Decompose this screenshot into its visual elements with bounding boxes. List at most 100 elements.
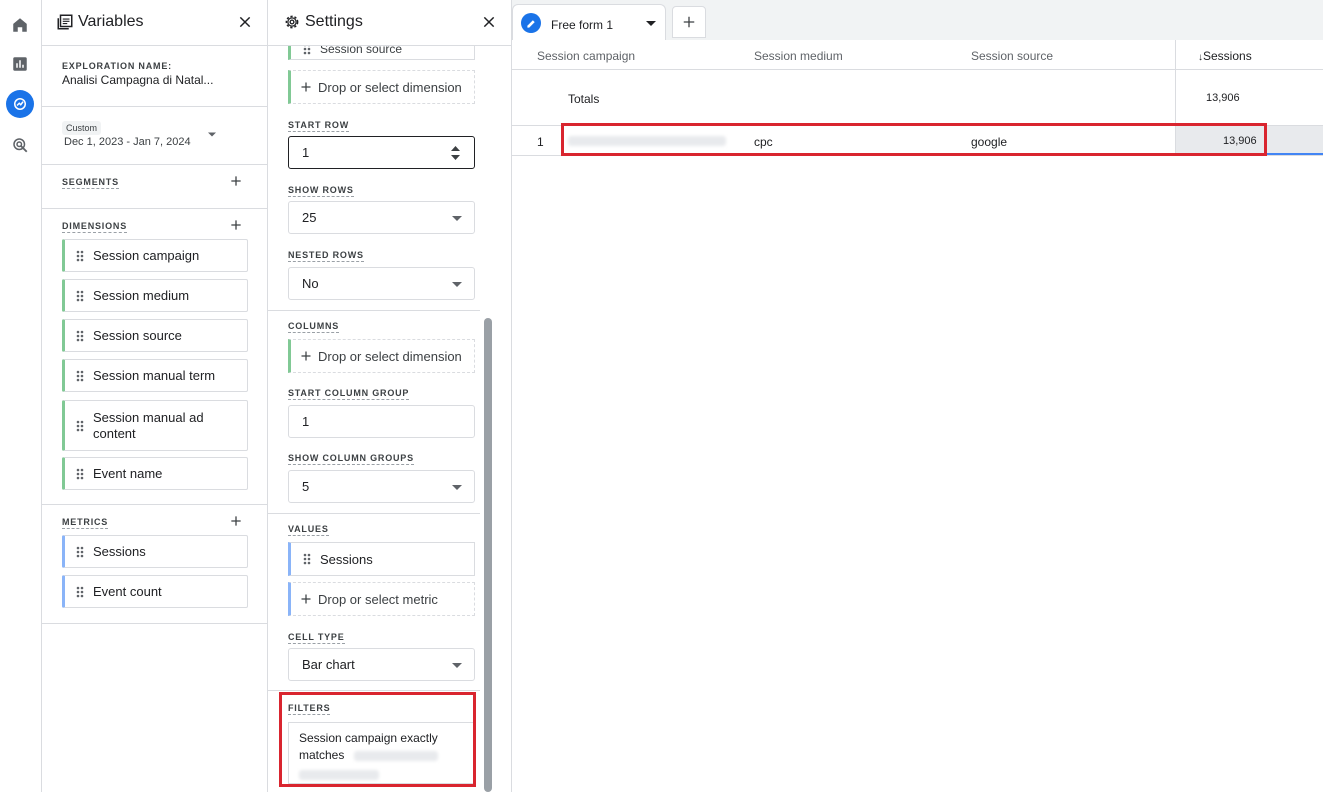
filter-highlight	[279, 692, 476, 787]
values-drop-label: Drop or select metric	[318, 591, 438, 607]
dimension-chip-label: Session manual ad content	[93, 409, 204, 441]
header-session-campaign[interactable]: Session campaign	[537, 49, 635, 63]
dimension-chip[interactable]: Session manual ad content	[62, 400, 248, 451]
drag-handle-icon[interactable]	[76, 420, 84, 432]
totals-value: 13,906	[1206, 92, 1240, 104]
values-metric-label: Sessions	[320, 551, 373, 567]
drag-handle-icon[interactable]	[76, 370, 84, 382]
drag-handle-icon[interactable]	[76, 250, 84, 262]
settings-header: Settings	[268, 0, 511, 46]
drag-handle-icon[interactable]	[76, 468, 84, 480]
nested-rows-select[interactable]: No	[288, 267, 475, 300]
left-nav-rail	[0, 0, 42, 792]
chevron-down-icon	[452, 663, 462, 668]
dimension-chip[interactable]: Session manual term	[62, 359, 248, 392]
add-tab-button[interactable]	[672, 6, 706, 38]
date-dropdown-icon[interactable]	[208, 132, 216, 137]
exploration-name-value[interactable]: Analisi Campagna di Natal...	[62, 73, 213, 87]
explore-icon[interactable]	[6, 90, 34, 118]
show-rows-value: 25	[302, 210, 317, 225]
reports-icon[interactable]	[6, 50, 34, 78]
drag-handle-icon[interactable]	[76, 290, 84, 302]
drag-handle-icon[interactable]	[76, 546, 84, 558]
divider	[42, 623, 268, 624]
start-column-group-input[interactable]: 1	[288, 405, 475, 438]
settings-scrollbar[interactable]	[484, 318, 492, 792]
drag-handle-icon[interactable]	[303, 553, 311, 565]
show-rows-select[interactable]: 25	[288, 201, 475, 234]
header-sessions-label: Sessions	[1203, 49, 1252, 63]
cell-type-select[interactable]: Bar chart	[288, 648, 475, 681]
exploration-name-label: EXPLORATION NAME:	[62, 61, 172, 71]
row-highlight	[561, 123, 1267, 156]
divider	[268, 690, 480, 691]
edit-pencil-icon	[521, 13, 541, 33]
rows-dimension-chip[interactable]: Session source	[288, 46, 475, 60]
start-row-label: START ROW	[288, 120, 350, 132]
columns-drop-label: Drop or select dimension	[318, 348, 462, 364]
values-drop-zone[interactable]: Drop or select metric	[288, 582, 475, 616]
close-variables-icon[interactable]	[237, 14, 253, 30]
show-column-groups-label: SHOW COLUMN GROUPS	[288, 453, 414, 465]
variables-title: Variables	[78, 13, 144, 30]
divider	[268, 513, 480, 514]
dimension-chip[interactable]: Session source	[62, 319, 248, 352]
chevron-down-icon	[452, 485, 462, 490]
drag-handle-icon[interactable]	[76, 330, 84, 342]
add-metric-icon[interactable]	[229, 514, 243, 528]
metric-chip[interactable]: Event count	[62, 575, 248, 608]
drag-handle-icon[interactable]	[303, 46, 311, 55]
row-index: 1	[537, 135, 544, 149]
start-column-group-label: START COLUMN GROUP	[288, 388, 410, 400]
columns-label: COLUMNS	[288, 321, 340, 333]
dimension-chip-label: Session manual term	[93, 368, 216, 383]
divider	[42, 504, 268, 505]
dimension-chip[interactable]: Event name	[62, 457, 248, 490]
columns-drop-zone[interactable]: Drop or select dimension	[288, 339, 475, 373]
close-settings-icon[interactable]	[481, 14, 497, 30]
home-icon[interactable]	[6, 11, 34, 39]
show-column-groups-select[interactable]: 5	[288, 470, 475, 503]
dimension-chip[interactable]: Session campaign	[62, 239, 248, 272]
advertising-icon[interactable]	[6, 131, 34, 159]
start-column-group-value: 1	[302, 414, 310, 429]
totals-label: Totals	[568, 92, 600, 106]
metric-chip-label: Event count	[93, 584, 162, 599]
dimension-chip-label: Session source	[93, 328, 182, 343]
values-metric-chip[interactable]: Sessions	[288, 542, 475, 576]
header-session-source[interactable]: Session source	[971, 49, 1053, 63]
cell-type-label: CELL TYPE	[288, 632, 345, 644]
totals-row: Totals 13,906	[512, 70, 1323, 126]
tab-bar: Free form 1	[512, 0, 1323, 40]
start-row-input[interactable]: 1	[288, 136, 475, 169]
header-sessions[interactable]: ↓Sessions	[1198, 49, 1252, 63]
plus-icon	[301, 594, 311, 604]
settings-gear-icon	[283, 13, 301, 34]
start-row-value: 1	[302, 145, 310, 160]
chevron-down-icon	[452, 282, 462, 287]
show-column-groups-value: 5	[302, 479, 310, 494]
divider	[42, 106, 268, 107]
stepper-icon[interactable]	[451, 146, 460, 160]
rows-drop-zone[interactable]: Drop or select dimension	[288, 70, 475, 104]
divider	[42, 208, 268, 209]
metric-chip[interactable]: Sessions	[62, 535, 248, 568]
drag-handle-icon[interactable]	[76, 586, 84, 598]
add-dimension-icon[interactable]	[229, 218, 243, 232]
date-range[interactable]: Dec 1, 2023 - Jan 7, 2024	[64, 136, 191, 148]
values-label: VALUES	[288, 524, 329, 536]
chevron-down-icon	[452, 216, 462, 221]
add-segment-icon[interactable]	[229, 174, 243, 188]
header-session-medium[interactable]: Session medium	[754, 49, 843, 63]
date-type-chip: Custom	[62, 121, 102, 135]
divider	[42, 164, 268, 165]
plus-icon	[683, 16, 695, 28]
cell-type-value: Bar chart	[302, 657, 355, 672]
dimensions-label: DIMENSIONS	[62, 221, 128, 233]
dimension-chip[interactable]: Session medium	[62, 279, 248, 312]
plus-icon	[301, 351, 311, 361]
tab-menu-icon[interactable]	[646, 21, 656, 26]
tab-free-form-1[interactable]: Free form 1	[512, 4, 666, 40]
table-header: Session campaign Session medium Session …	[512, 40, 1323, 70]
plus-icon	[301, 82, 311, 92]
